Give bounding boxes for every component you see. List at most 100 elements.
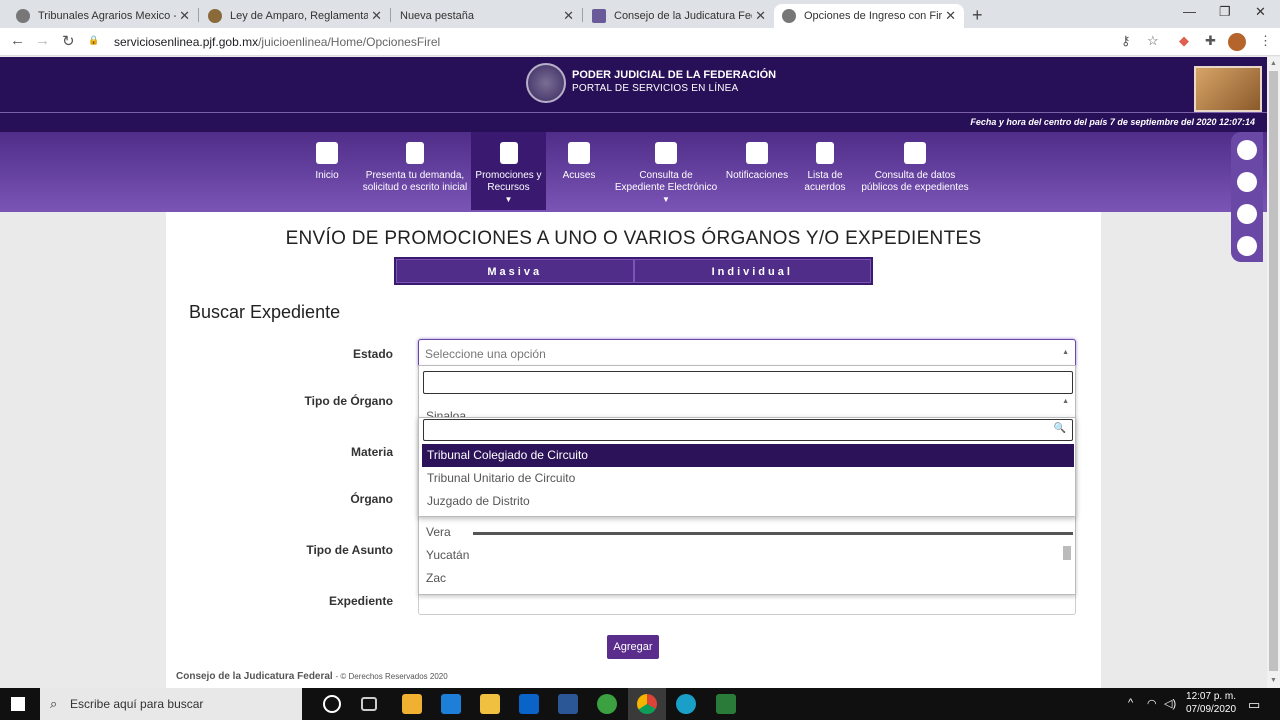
estado-select[interactable]: Seleccione una opción ▲	[418, 339, 1076, 368]
taskbar-search[interactable]: ⌕ Escribe aquí para buscar	[40, 688, 302, 720]
home-icon	[316, 142, 338, 164]
app-u-icon[interactable]	[597, 694, 617, 714]
tab-masiva[interactable]: Masiva	[396, 259, 634, 283]
binders-icon	[904, 142, 926, 164]
bookmark-doc-icon	[499, 142, 518, 164]
terminal-app-icon[interactable]	[716, 694, 736, 714]
window-close-icon[interactable]: ✕	[1255, 4, 1266, 20]
nav-label: Inicio	[315, 170, 339, 181]
clock-time: 12:07 p. m.	[1186, 691, 1237, 702]
tab-individual[interactable]: Individual	[633, 259, 871, 283]
new-tab-icon[interactable]: +	[972, 5, 983, 26]
add-button[interactable]: Agregar	[607, 635, 659, 659]
section-heading: Buscar Expediente	[189, 302, 341, 322]
close-tab-icon[interactable]: ✕	[563, 8, 574, 24]
tray-arrow-icon[interactable]: ^	[1128, 697, 1133, 709]
tab-label: Ley de Amparo, Reglamentaria d	[230, 10, 368, 22]
nav-consulta-datos-publicos[interactable]: Consulta de datos públicos de expediente…	[860, 132, 970, 210]
volume-icon[interactable]: ◁)	[1164, 697, 1176, 710]
edge-legacy-icon[interactable]	[441, 694, 461, 714]
tab-label: Nueva pestaña	[400, 10, 474, 22]
search-icon: 🔍	[1053, 423, 1066, 434]
key-icon[interactable]: ⚷	[1121, 33, 1131, 49]
close-tab-icon[interactable]: ✕	[371, 8, 382, 24]
cortana-icon[interactable]	[323, 695, 341, 713]
close-tab-icon[interactable]: ✕	[179, 8, 190, 24]
nav-label: Recursos	[487, 182, 530, 193]
task-view-icon[interactable]	[361, 697, 377, 711]
store-icon[interactable]	[402, 694, 422, 714]
outlook-icon[interactable]	[519, 694, 539, 714]
nav-promociones[interactable]: Promociones y Recursos ▼	[471, 132, 546, 210]
user-avatar[interactable]	[1194, 66, 1262, 112]
browser-tab-4[interactable]: Consejo de la Judicatura Federal ✕	[584, 4, 774, 28]
scroll-down-icon[interactable]: ▼	[1270, 677, 1277, 684]
tab-separator	[582, 8, 583, 22]
tab-label: Tribunales Agrarios Mexico - Cor	[38, 10, 176, 22]
warning-icon[interactable]	[1237, 172, 1257, 192]
lock-icon[interactable]: 🔒	[88, 35, 99, 46]
estado-option[interactable]: Yucatán	[426, 548, 469, 562]
notifications-icon[interactable]: ▭	[1248, 697, 1260, 713]
nav-acuses[interactable]: Acuses	[558, 132, 600, 210]
estado-search-input[interactable]	[423, 371, 1073, 394]
dropdown-scrollbar[interactable]	[1063, 546, 1071, 560]
page-scrollbar[interactable]: ▲ ▼	[1267, 57, 1280, 688]
scroll-thumb[interactable]	[1269, 71, 1278, 671]
wifi-icon[interactable]: ◠	[1147, 697, 1157, 710]
menu-icon[interactable]: ⋮	[1259, 33, 1272, 49]
close-tab-icon[interactable]: ✕	[755, 8, 766, 24]
tab-separator	[198, 8, 199, 22]
close-tab-icon[interactable]: ✕	[945, 8, 956, 24]
nav-inicio[interactable]: Inicio	[305, 132, 349, 210]
tipo-organo-search-input[interactable]: 🔍	[423, 419, 1073, 441]
address-bar[interactable]: serviciosenlinea.pjf.gob.mx/juicioenline…	[114, 35, 440, 49]
nav-presenta-demanda[interactable]: Presenta tu demanda, solicitud o escrito…	[360, 132, 470, 210]
users-icon[interactable]	[1237, 140, 1257, 160]
puzzle-icon[interactable]: ✚	[1205, 33, 1216, 49]
help-icon[interactable]	[1237, 204, 1257, 224]
nav-consulta-expediente[interactable]: Consulta de Expediente Electrónico ▼	[613, 132, 719, 210]
browser-tab-1[interactable]: Tribunales Agrarios Mexico - Cor ✕	[8, 4, 198, 28]
forward-icon[interactable]: →	[35, 32, 50, 49]
url-host: serviciosenlinea.pjf.gob.mx	[114, 35, 259, 49]
extension-icon[interactable]: ◆	[1179, 33, 1189, 49]
nav-notificaciones[interactable]: Notificaciones	[725, 132, 789, 210]
windows-start-icon[interactable]	[11, 697, 25, 711]
chrome-taskbar-button[interactable]	[628, 688, 666, 720]
word-icon[interactable]	[558, 694, 578, 714]
tipo-organo-option[interactable]: Juzgado de Distrito	[422, 490, 1074, 513]
file-explorer-icon[interactable]	[480, 694, 500, 714]
footer: Consejo de la Judicatura Federal - © Der…	[176, 671, 448, 682]
reload-icon[interactable]: ↻	[62, 32, 75, 50]
mail-icon	[746, 142, 768, 164]
nav-lista-acuerdos[interactable]: Lista de acuerdos	[800, 132, 850, 210]
estado-option[interactable]: Zac	[426, 571, 446, 585]
clock-date: 07/09/2020	[1186, 704, 1237, 715]
tipo-organo-option[interactable]: Tribunal Unitario de Circuito	[422, 467, 1074, 490]
browser-tab-active[interactable]: Opciones de Ingreso con Firel - I ✕	[774, 4, 964, 28]
browser-tab-3[interactable]: Nueva pestaña ✕	[392, 4, 582, 28]
nav-label: acuerdos	[804, 182, 846, 193]
chrome-icon	[637, 694, 657, 714]
nav-label: Notificaciones	[725, 170, 789, 181]
star-icon[interactable]: ☆	[1147, 33, 1159, 49]
back-icon[interactable]: ←	[10, 32, 25, 49]
estado-option[interactable]: Vera	[426, 525, 451, 539]
tipo-organo-option[interactable]: Tribunal Colegiado de Circuito	[422, 444, 1074, 467]
scroll-up-icon[interactable]: ▲	[1270, 60, 1277, 67]
profile-avatar[interactable]	[1228, 33, 1246, 51]
taskbar-clock[interactable]: 12:07 p. m. 07/09/2020	[1186, 690, 1236, 716]
minimize-icon[interactable]: —	[1183, 4, 1196, 19]
header-subtitle: PORTAL DE SERVICIOS EN LÍNEA	[572, 83, 739, 94]
mail-icon[interactable]	[1237, 236, 1257, 256]
mode-toggle: Masiva Individual	[394, 257, 873, 285]
browser-toolbar: ← → ↻ 🔒 serviciosenlinea.pjf.gob.mx/juic…	[0, 28, 1280, 56]
footer-org: Consejo de la Judicatura Federal	[176, 671, 333, 682]
nav-label: Consulta de datos	[874, 170, 956, 181]
printer-icon	[568, 142, 590, 164]
maximize-icon[interactable]: ❐	[1219, 4, 1231, 20]
edge-icon[interactable]	[676, 694, 696, 714]
tipo-organo-dropdown: 🔍 Tribunal Colegiado de Circuito Tribuna…	[418, 417, 1076, 517]
browser-tab-2[interactable]: Ley de Amparo, Reglamentaria d ✕	[200, 4, 390, 28]
